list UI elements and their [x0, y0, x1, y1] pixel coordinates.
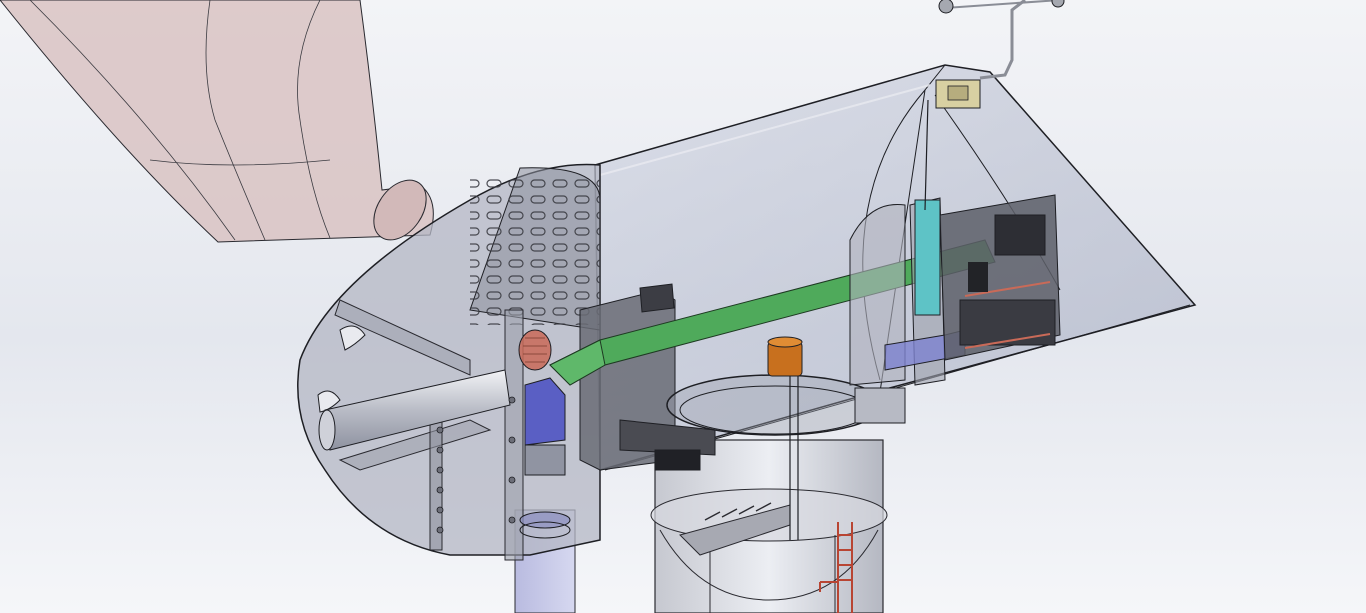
generator[interactable] [524, 377, 566, 476]
controller-cabinet[interactable] [939, 194, 1061, 361]
anemometer-cup-icon [938, 0, 954, 14]
cad-viewport[interactable] [0, 0, 1366, 613]
wind-vane-icon [1051, 0, 1065, 8]
main-bearing[interactable] [518, 329, 552, 371]
electrical-panel[interactable] [935, 79, 981, 109]
wind-turbine-nacelle-cutaway [0, 0, 1366, 613]
